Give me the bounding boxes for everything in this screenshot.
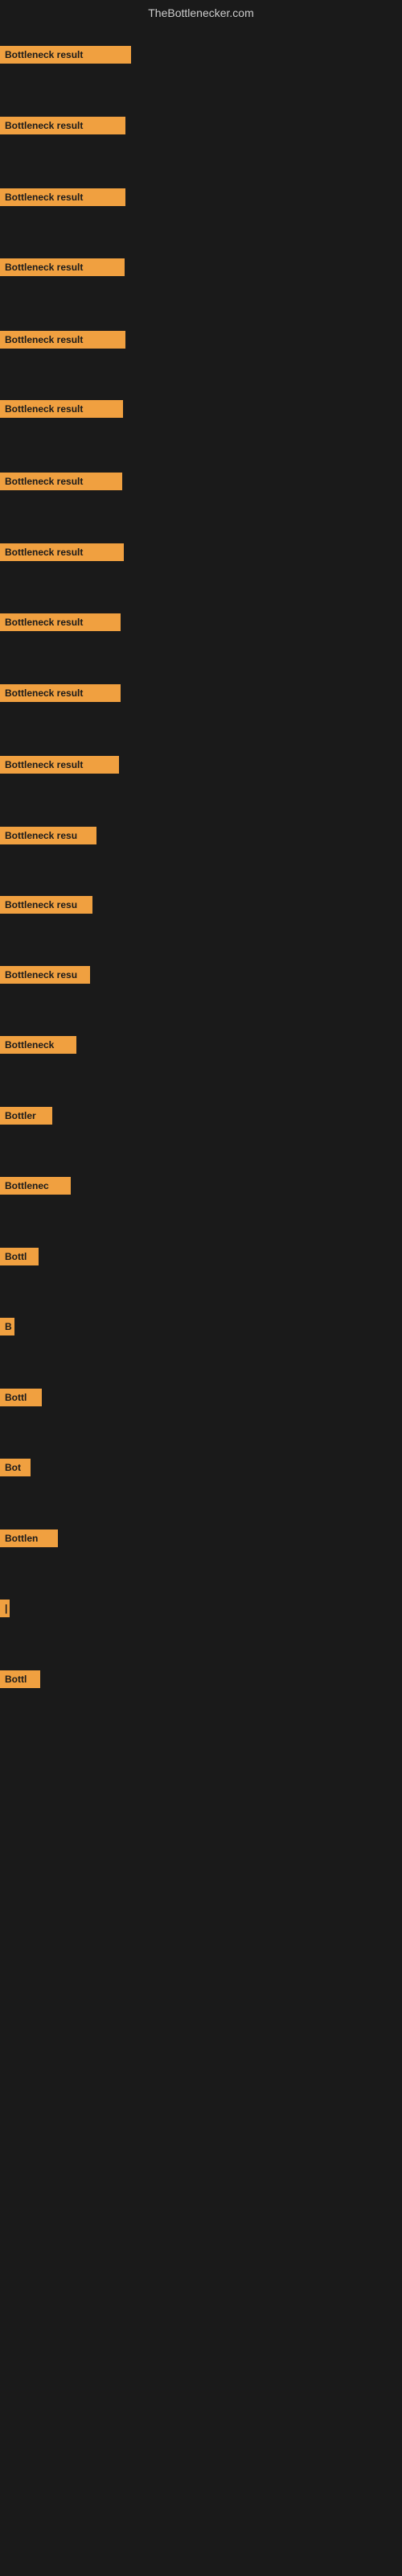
bottleneck-badge: Bottleneck result (0, 543, 124, 561)
bottleneck-badge: Bottl (0, 1389, 42, 1406)
bottleneck-badge: Bot (0, 1459, 31, 1476)
bottleneck-badge: Bottleneck result (0, 258, 125, 276)
bottleneck-badge: | (0, 1600, 10, 1617)
bottleneck-badge: Bottl (0, 1670, 40, 1688)
bottleneck-badge: Bottleneck result (0, 331, 125, 349)
bottleneck-badge: Bottleneck result (0, 188, 125, 206)
bottleneck-badge: Bottler (0, 1107, 52, 1125)
bottleneck-badge: Bottleneck result (0, 473, 122, 490)
bottleneck-badge: Bottleneck result (0, 117, 125, 134)
bottleneck-badge: Bottl (0, 1248, 39, 1265)
bottleneck-badge: Bottleneck result (0, 756, 119, 774)
bottleneck-badge: Bottleneck result (0, 613, 121, 631)
bottleneck-badge: Bottleneck resu (0, 896, 92, 914)
site-title: TheBottlenecker.com (148, 6, 254, 19)
bottleneck-badge: B (0, 1318, 14, 1335)
bottleneck-badge: Bottleneck result (0, 400, 123, 418)
bottleneck-badge: Bottleneck result (0, 684, 121, 702)
bottleneck-badge: Bottleneck result (0, 46, 131, 64)
bottleneck-badge: Bottlen (0, 1530, 58, 1547)
bottleneck-badge: Bottleneck (0, 1036, 76, 1054)
bottleneck-badge: Bottleneck resu (0, 966, 90, 984)
bottleneck-badge: Bottlenec (0, 1177, 71, 1195)
bottleneck-badge: Bottleneck resu (0, 827, 96, 844)
